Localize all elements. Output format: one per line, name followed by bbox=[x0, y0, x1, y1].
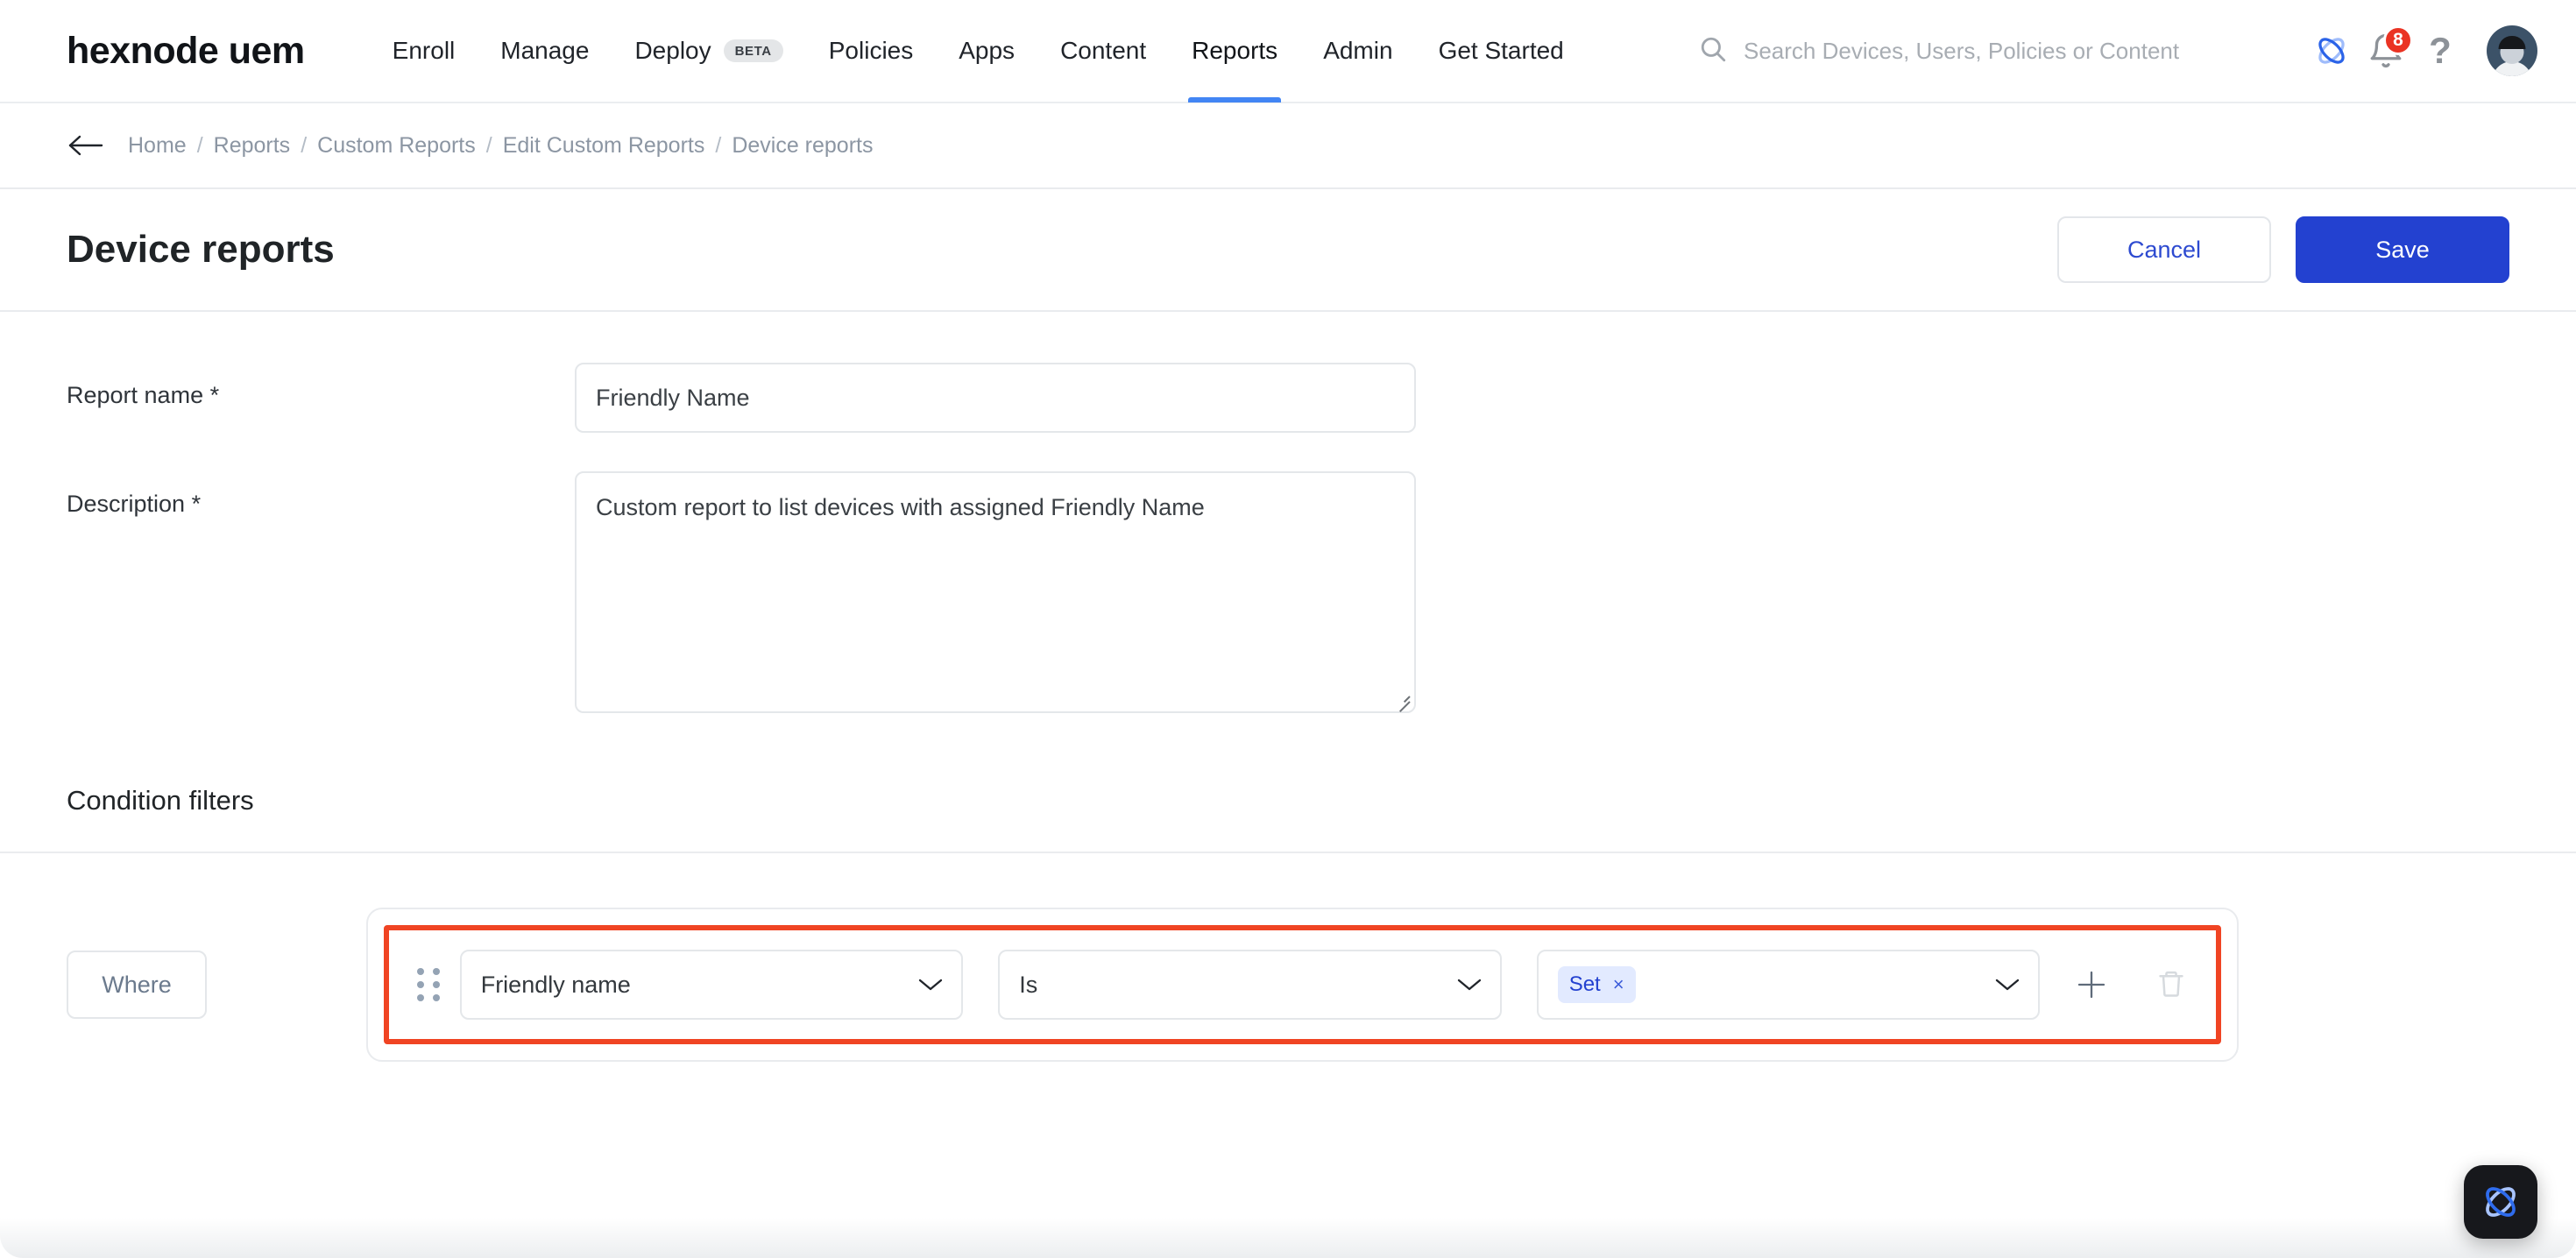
where-button[interactable]: Where bbox=[67, 951, 207, 1019]
back-arrow-icon[interactable] bbox=[67, 132, 103, 159]
chevron-down-icon bbox=[1994, 977, 2020, 993]
page-actions: Cancel Save bbox=[2057, 216, 2509, 283]
app-page: hexnode uem Enroll Manage Deploy BETA Po… bbox=[0, 0, 2576, 1258]
filter-operator-select[interactable]: Is bbox=[998, 950, 1502, 1020]
filter-field-value: Friendly name bbox=[480, 971, 631, 998]
nav-item-get-started[interactable]: Get Started bbox=[1416, 0, 1587, 102]
condition-filters-area: Where Friendly name Is Set × bbox=[0, 853, 2576, 1062]
nav-item-content[interactable]: Content bbox=[1037, 0, 1169, 102]
value-chip-label: Set bbox=[1568, 972, 1601, 996]
help-glyph: ? bbox=[2429, 30, 2452, 71]
description-label: Description * bbox=[67, 471, 575, 518]
delete-filter-button[interactable] bbox=[2144, 957, 2198, 1013]
breadcrumb-item-custom-reports[interactable]: Custom Reports bbox=[317, 133, 476, 159]
breadcrumb-separator: / bbox=[196, 132, 203, 158]
value-chip[interactable]: Set × bbox=[1557, 966, 1636, 1003]
nav-label: Content bbox=[1060, 37, 1147, 64]
condition-filters-heading: Condition filters bbox=[67, 785, 254, 816]
beta-badge: BETA bbox=[723, 39, 783, 62]
nav-item-apps[interactable]: Apps bbox=[936, 0, 1037, 102]
save-button[interactable]: Save bbox=[2296, 216, 2509, 283]
breadcrumb-item-device-reports: Device reports bbox=[732, 132, 874, 158]
filter-field-select[interactable]: Friendly name bbox=[459, 950, 964, 1020]
required-asterisk: * bbox=[203, 382, 220, 408]
report-name-label: Report name * bbox=[67, 363, 575, 409]
description-label-text: Description bbox=[67, 491, 186, 517]
chevron-down-icon bbox=[917, 977, 944, 993]
description-row: Description * bbox=[67, 471, 2509, 713]
global-search[interactable] bbox=[1698, 34, 2199, 68]
filter-operator-value: Is bbox=[1019, 971, 1038, 998]
filter-value-select[interactable]: Set × bbox=[1536, 950, 2041, 1020]
notification-count-badge: 8 bbox=[2383, 25, 2413, 55]
brand-logo[interactable]: hexnode uem bbox=[67, 30, 305, 73]
filter-row: Friendly name Is Set × bbox=[384, 925, 2221, 1044]
search-input[interactable] bbox=[1744, 37, 2199, 65]
filter-card: Friendly name Is Set × bbox=[366, 908, 2239, 1062]
chevron-down-icon bbox=[1456, 977, 1483, 993]
top-navigation-bar: hexnode uem Enroll Manage Deploy BETA Po… bbox=[0, 0, 2576, 103]
breadcrumb-separator: / bbox=[301, 132, 308, 158]
breadcrumb: Home / Reports / Custom Reports / Edit C… bbox=[128, 133, 873, 159]
cancel-button[interactable]: Cancel bbox=[2057, 216, 2271, 283]
avatar[interactable] bbox=[2487, 25, 2537, 76]
breadcrumb-item-reports[interactable]: Reports bbox=[214, 133, 291, 159]
nav-item-deploy[interactable]: Deploy BETA bbox=[612, 0, 805, 102]
add-filter-button[interactable] bbox=[2064, 957, 2119, 1013]
avatar-hair bbox=[2498, 36, 2526, 49]
hexnode-assistant-button[interactable] bbox=[2464, 1165, 2537, 1239]
bell-icon[interactable]: 8 bbox=[2359, 24, 2413, 78]
drag-handle-icon[interactable] bbox=[407, 968, 451, 1001]
breadcrumb-bar: Home / Reports / Custom Reports / Edit C… bbox=[0, 103, 2576, 189]
report-form: Report name * Description * bbox=[0, 312, 2576, 713]
page-bottom-edge bbox=[0, 1218, 2576, 1258]
report-name-label-text: Report name bbox=[67, 382, 204, 408]
nav-label: Get Started bbox=[1438, 37, 1564, 64]
breadcrumb-item-home[interactable]: Home bbox=[128, 133, 187, 159]
help-icon[interactable]: ? bbox=[2413, 24, 2467, 78]
required-asterisk: * bbox=[185, 491, 202, 517]
report-name-row: Report name * bbox=[67, 363, 2509, 433]
nav-label: Enroll bbox=[392, 37, 456, 64]
nav-label: Policies bbox=[828, 37, 914, 64]
main-nav-items: Enroll Manage Deploy BETA Policies Apps … bbox=[370, 0, 1587, 102]
nav-item-admin[interactable]: Admin bbox=[1300, 0, 1415, 102]
drag-dots bbox=[416, 968, 441, 1001]
description-textarea[interactable] bbox=[575, 471, 1416, 713]
breadcrumb-separator: / bbox=[485, 132, 492, 158]
nav-label: Deploy bbox=[634, 37, 711, 64]
nav-label: Reports bbox=[1192, 37, 1278, 64]
nav-label: Admin bbox=[1323, 37, 1393, 64]
nav-item-enroll[interactable]: Enroll bbox=[370, 0, 478, 102]
nav-label: Manage bbox=[500, 37, 590, 64]
atom-icon[interactable] bbox=[2304, 24, 2359, 78]
header-right-tools: 8 ? bbox=[1698, 24, 2576, 78]
report-name-input[interactable] bbox=[575, 363, 1416, 433]
page-title-bar: Device reports Cancel Save bbox=[0, 189, 2576, 312]
nav-item-manage[interactable]: Manage bbox=[478, 0, 612, 102]
page-title: Device reports bbox=[67, 228, 335, 271]
breadcrumb-item-edit-custom-reports[interactable]: Edit Custom Reports bbox=[503, 133, 705, 159]
nav-label: Apps bbox=[959, 37, 1016, 64]
search-icon bbox=[1698, 34, 1728, 68]
breadcrumb-separator: / bbox=[715, 132, 722, 158]
nav-item-reports[interactable]: Reports bbox=[1169, 0, 1300, 102]
close-icon[interactable]: × bbox=[1613, 973, 1624, 996]
nav-item-policies[interactable]: Policies bbox=[806, 0, 936, 102]
description-wrap bbox=[575, 471, 1416, 713]
